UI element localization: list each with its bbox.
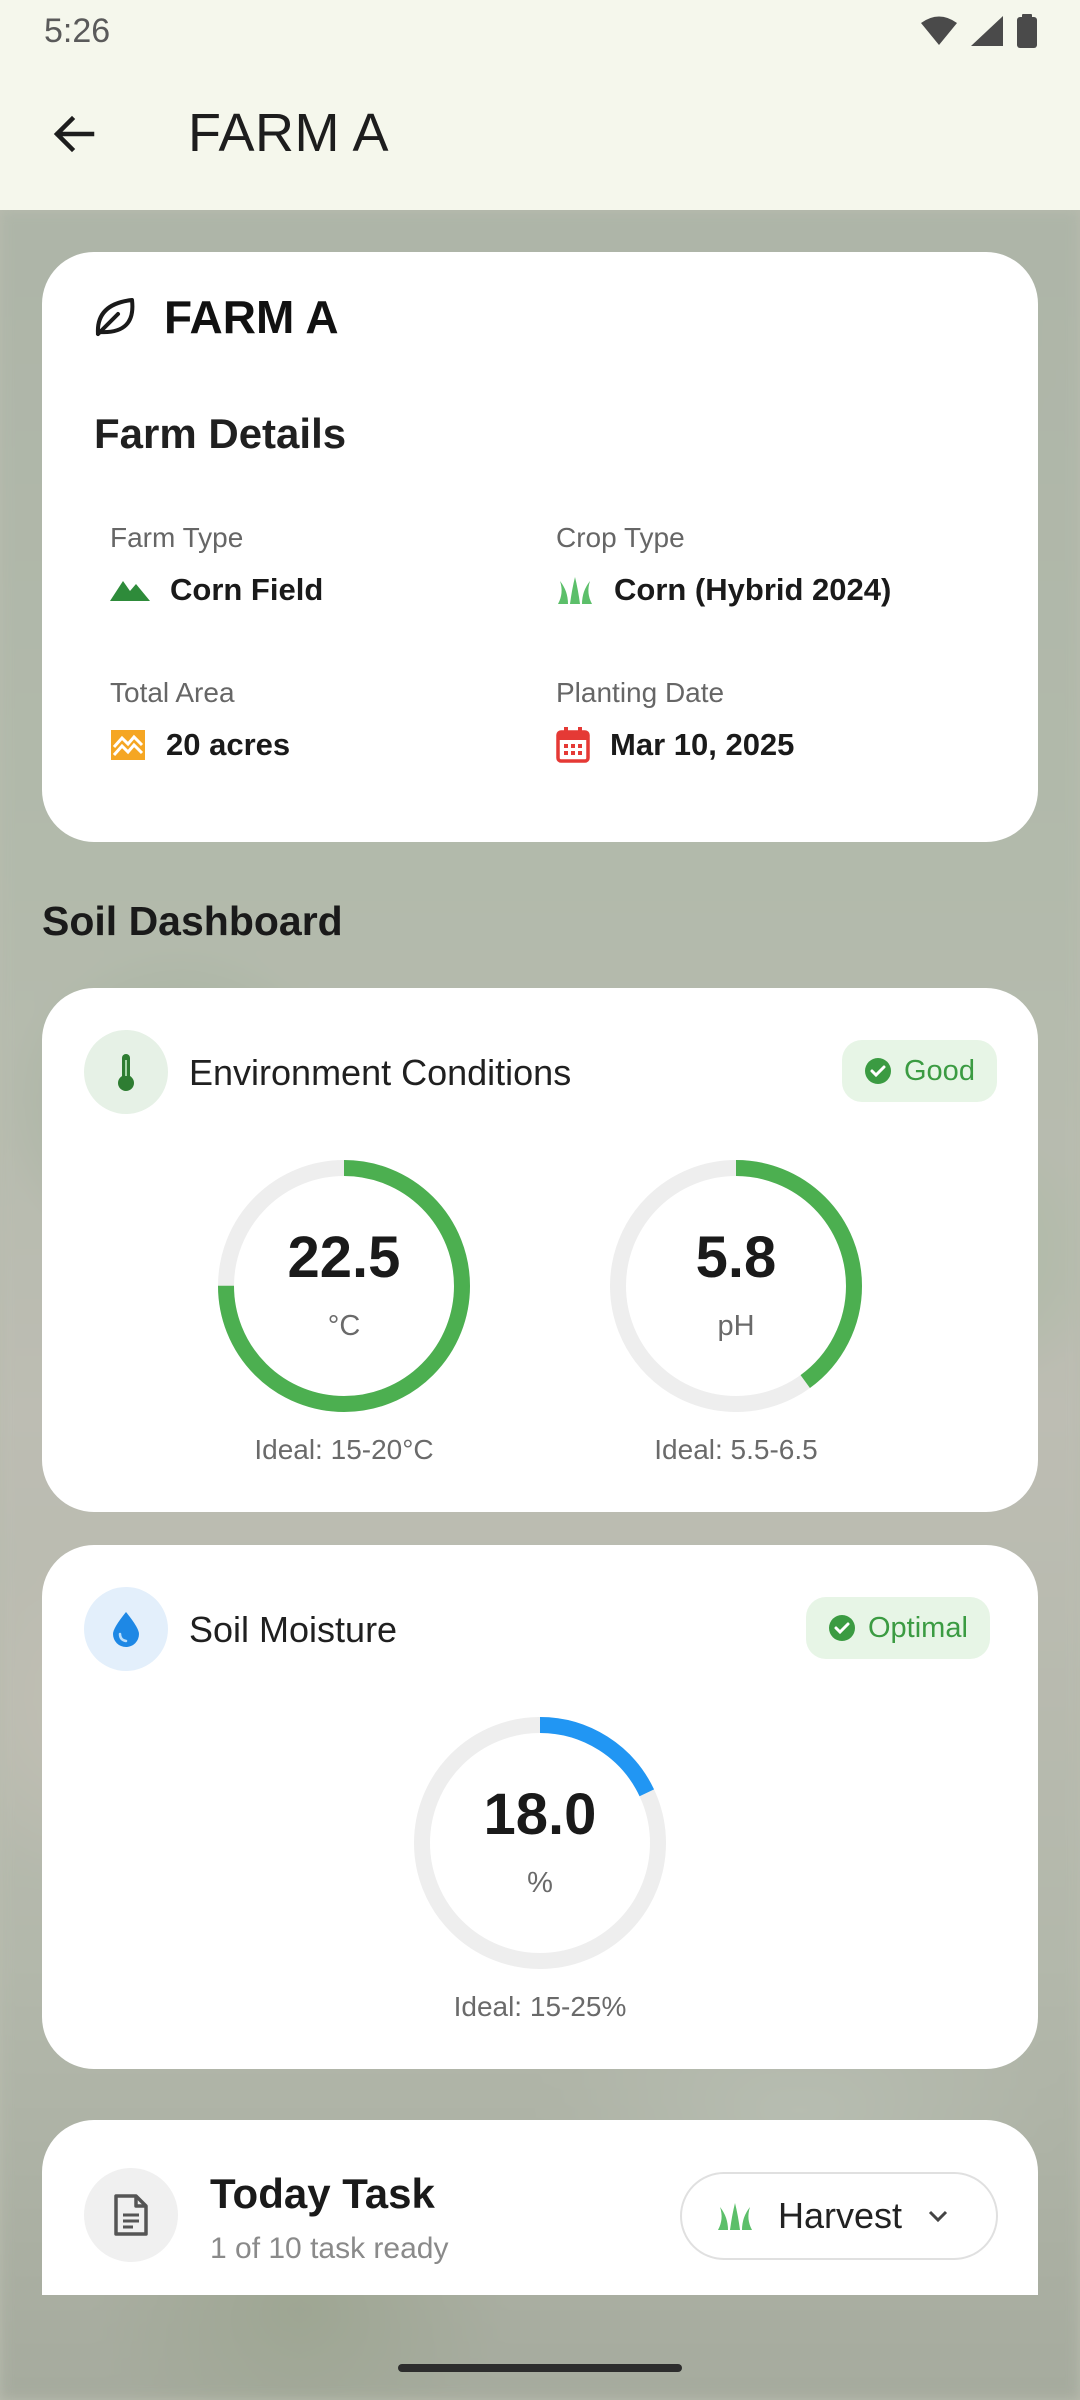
thermometer-icon [118, 1054, 134, 1091]
water-drop-icon [113, 1612, 139, 1647]
home-indicator[interactable] [398, 2364, 682, 2372]
today-task-card[interactable]: Today Task 1 of 10 task ready Harvest [42, 2120, 1038, 2295]
page-title: FARM A [188, 103, 390, 163]
crop-type-label: Crop Type [556, 522, 685, 553]
moisture-value: 18.0 [483, 1782, 597, 1847]
planting-date-value: Mar 10, 2025 [610, 727, 795, 762]
signal-icon [971, 16, 1003, 46]
farm-type-value: Corn Field [170, 572, 324, 607]
soil-dashboard-title: Soil Dashboard [42, 898, 343, 944]
farm-name: FARM A [164, 291, 339, 343]
moisture-ideal: Ideal: 15-25% [453, 1991, 627, 2022]
task-type-dropdown[interactable]: Harvest [680, 2172, 998, 2260]
soil-moisture-card[interactable]: Soil Moisture Optimal 18.0 % Ideal: 15-2… [42, 1545, 1038, 2069]
status-badge-label: Optimal [868, 1611, 968, 1644]
app-bar: FARM A [0, 62, 1080, 210]
temperature-value: 22.5 [287, 1225, 401, 1290]
chevron-down-icon [928, 2210, 948, 2223]
status-icons [920, 14, 1038, 48]
ph-gauge: 5.8 pH Ideal: 5.5-6.5 [606, 1156, 866, 1465]
temperature-ideal: Ideal: 15-20°C [254, 1434, 434, 1465]
status-badge: Optimal [806, 1597, 990, 1659]
task-type-label: Harvest [778, 2195, 903, 2236]
farm-type-label: Farm Type [110, 522, 244, 553]
total-area-label: Total Area [110, 677, 235, 708]
total-area-value: 20 acres [166, 727, 291, 762]
farm-type-detail: Farm Type Corn Field [110, 522, 323, 608]
document-icon-badge [84, 2168, 178, 2262]
wifi-icon [921, 16, 957, 45]
status-badge-label: Good [904, 1054, 975, 1087]
calendar-icon [556, 727, 590, 763]
ph-ideal: Ideal: 5.5-6.5 [654, 1434, 818, 1465]
status-bar: 5:26 [0, 0, 1080, 62]
status-badge: Good [842, 1040, 997, 1102]
status-time: 5:26 [44, 11, 111, 50]
farm-details-card: FARM A Farm Details Farm Type Corn Field… [42, 252, 1038, 842]
water-drop-icon-badge [84, 1587, 168, 1671]
terrain-icon [110, 581, 150, 601]
total-area-detail: Total Area 20 acres [110, 677, 290, 763]
grass-icon [558, 577, 592, 604]
document-icon [114, 2194, 148, 2236]
back-button[interactable] [38, 98, 110, 170]
check-circle-icon [829, 1615, 855, 1641]
today-task-subtitle: 1 of 10 task ready [210, 2232, 449, 2265]
environment-conditions-card[interactable]: Environment Conditions Good 22.5 °C Idea… [42, 988, 1038, 1512]
moisture-gauge: 18.0 % Ideal: 15-25% [410, 1713, 670, 2022]
temperature-gauge: 22.5 °C Ideal: 15-20°C [214, 1156, 474, 1465]
farm-details-title: Farm Details [94, 410, 347, 457]
today-task-title: Today Task [210, 2170, 435, 2217]
environment-title: Environment Conditions [189, 1052, 572, 1093]
soil-moisture-title: Soil Moisture [189, 1609, 398, 1650]
leaf-icon [95, 298, 135, 336]
arrow-back-icon [53, 115, 95, 153]
farm-name-row: FARM A [92, 290, 339, 344]
moisture-unit: % [527, 1867, 553, 1899]
check-circle-icon [865, 1058, 891, 1084]
ph-unit: pH [717, 1310, 755, 1342]
battery-icon [1017, 14, 1037, 48]
thermometer-icon-badge [84, 1030, 168, 1114]
area-icon [111, 730, 145, 760]
planting-date-label: Planting Date [556, 677, 725, 708]
ph-value: 5.8 [695, 1225, 777, 1290]
grass-icon [718, 2203, 752, 2230]
crop-type-value: Corn (Hybrid 2024) [614, 572, 892, 607]
crop-type-detail: Crop Type Corn (Hybrid 2024) [556, 522, 891, 608]
planting-date-detail: Planting Date Mar 10, 2025 [556, 677, 794, 763]
temperature-unit: °C [327, 1310, 361, 1342]
